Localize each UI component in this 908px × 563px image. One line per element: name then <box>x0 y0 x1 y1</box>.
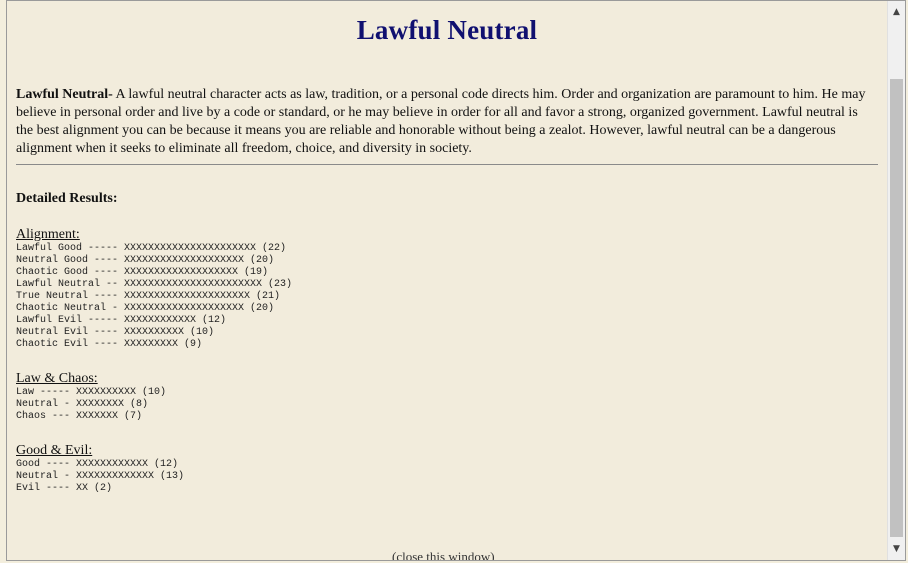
good-evil-results: Good ---- XXXXXXXXXXXX (12) Neutral - XX… <box>16 459 878 495</box>
result-line: Evil ---- XX (2) <box>16 483 113 494</box>
result-line: Neutral Good ---- XXXXXXXXXXXXXXXXXXXX (… <box>16 255 275 266</box>
result-line: Chaos --- XXXXXXX (7) <box>16 411 143 422</box>
divider <box>16 164 878 165</box>
result-line: Chaotic Evil ---- XXXXXXXXX (9) <box>16 339 203 350</box>
result-line: Neutral Evil ---- XXXXXXXXXX (10) <box>16 327 215 338</box>
alignment-results: Lawful Good ----- XXXXXXXXXXXXXXXXXXXXXX… <box>16 243 878 351</box>
result-line: Chaotic Neutral - XXXXXXXXXXXXXXXXXXXX (… <box>16 303 275 314</box>
good-evil-section-title: Good & Evil: <box>16 443 93 458</box>
result-line: Neutral - XXXXXXXXXXXXX (13) <box>16 471 185 482</box>
result-line: True Neutral ---- XXXXXXXXXXXXXXXXXXXXX … <box>16 291 281 302</box>
description-text: A lawful neutral character acts as law, … <box>16 87 866 156</box>
close-window-link[interactable]: (close this window) <box>392 549 495 560</box>
scroll-up-icon[interactable]: ▲ <box>888 4 905 21</box>
results-popup-window: Lawful Neutral Lawful Neutral- A lawful … <box>6 0 906 561</box>
result-line: Neutral - XXXXXXXX (8) <box>16 399 149 410</box>
description-lead: Lawful Neutral- <box>16 87 113 102</box>
alignment-description: Lawful Neutral- A lawful neutral charact… <box>16 86 878 158</box>
page-title: Lawful Neutral <box>356 15 538 45</box>
scrollbar-thumb[interactable] <box>890 79 903 537</box>
alignment-section-title: Alignment: <box>16 227 80 242</box>
result-line: Good ---- XXXXXXXXXXXX (12) <box>16 459 179 470</box>
result-line: Law ----- XXXXXXXXXX (10) <box>16 387 167 398</box>
result-line: Lawful Neutral -- XXXXXXXXXXXXXXXXXXXXXX… <box>16 279 293 290</box>
law-chaos-section-title: Law & Chaos: <box>16 371 98 386</box>
popup-content: Lawful Neutral Lawful Neutral- A lawful … <box>16 1 878 495</box>
scroll-down-icon[interactable]: ▼ <box>888 541 905 558</box>
law-chaos-results: Law ----- XXXXXXXXXX (10) Neutral - XXXX… <box>16 387 878 423</box>
detailed-results-heading: Detailed Results: <box>16 191 118 206</box>
vertical-scrollbar[interactable]: ▲ ▼ <box>887 1 905 560</box>
result-line: Chaotic Good ---- XXXXXXXXXXXXXXXXXXX (1… <box>16 267 269 278</box>
result-line: Lawful Good ----- XXXXXXXXXXXXXXXXXXXXXX… <box>16 243 287 254</box>
result-line: Lawful Evil ----- XXXXXXXXXXXX (12) <box>16 315 227 326</box>
